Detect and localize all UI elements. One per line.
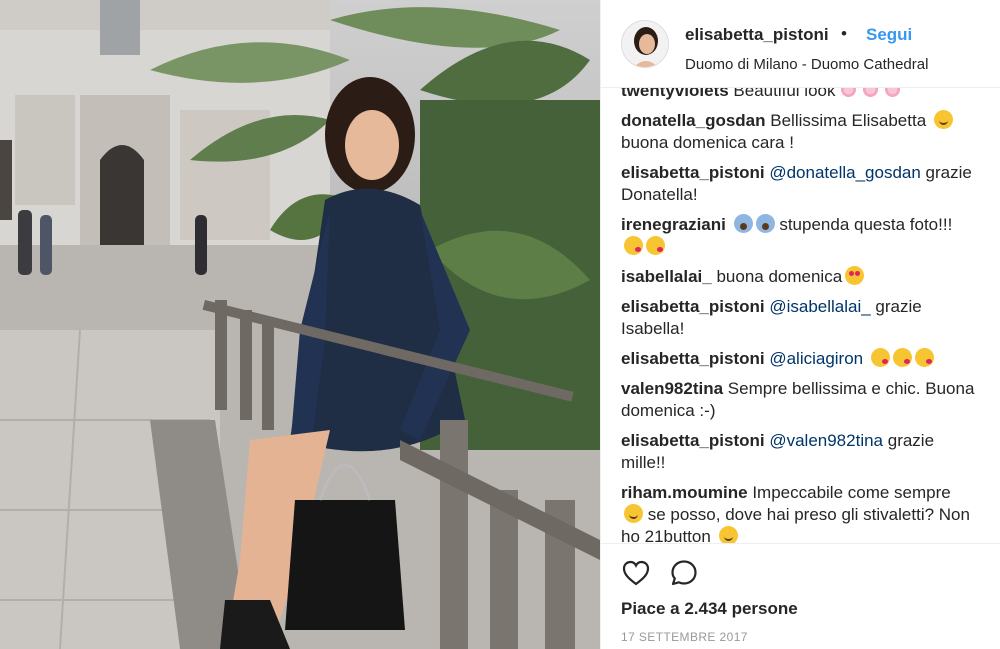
comment-author[interactable]: twentyviolets <box>621 88 729 100</box>
post-photo[interactable] <box>0 0 600 649</box>
avatar-image <box>622 21 668 67</box>
follow-button[interactable]: Segui <box>866 25 912 45</box>
comment-text: Beautiful look <box>728 88 836 100</box>
post-date: 17 SETTEMBRE 2017 <box>621 630 748 644</box>
comment-text <box>726 215 731 234</box>
comment-author[interactable]: riham.moumine <box>621 483 748 502</box>
comment-item: irenegraziani stupenda questa foto!!! <box>621 214 976 258</box>
comment-item: elisabetta_pistoni @isabellalai_ grazie … <box>621 296 976 340</box>
comment-author[interactable]: irenegraziani <box>621 215 726 234</box>
comment-item: valen982tina Sempre bellissima e chic. B… <box>621 378 976 422</box>
kiss-emoji-icon <box>646 236 665 255</box>
flower-emoji-icon <box>838 88 858 99</box>
post-sidebar: elisabetta_pistoni • Segui Duomo di Mila… <box>600 0 1000 649</box>
likes-count[interactable]: Piace a 2.434 persone <box>621 599 798 619</box>
comment-text: buona domenica cara ! <box>621 133 794 152</box>
location-link[interactable]: Duomo di Milano - Duomo Cathedral <box>685 56 928 73</box>
comment-item: elisabetta_pistoni @aliciagiron <box>621 348 976 370</box>
comment-author[interactable]: valen982tina <box>621 379 723 398</box>
comment-author[interactable]: donatella_gosdan <box>621 111 766 130</box>
flower-emoji-icon <box>860 88 880 99</box>
comment-text <box>863 349 868 368</box>
comment-author[interactable]: elisabetta_pistoni <box>621 349 765 368</box>
comment-item: elisabetta_pistoni @valen982tina grazie … <box>621 430 976 474</box>
comment-mention[interactable]: @isabellalai_ <box>765 297 870 316</box>
comments-list[interactable]: twentyviolets Beautiful look donatella_go… <box>621 88 981 543</box>
smile-emoji-icon <box>933 110 953 129</box>
scream-emoji-icon <box>733 214 753 233</box>
post-header: elisabetta_pistoni • Segui Duomo di Mila… <box>601 0 1000 88</box>
comment-item: riham.moumine Impeccabile come sempre se… <box>621 482 976 543</box>
comment-text: buona domenica <box>711 267 843 286</box>
separator-dot: • <box>841 24 847 43</box>
heart-eyes-emoji-icon <box>845 266 865 285</box>
comment-mention[interactable]: @valen982tina <box>765 431 883 450</box>
kiss-emoji-icon <box>870 348 890 367</box>
comment-item: twentyviolets Beautiful look <box>621 88 976 102</box>
flower-emoji-icon <box>882 88 902 99</box>
kiss-emoji-icon <box>892 348 912 367</box>
avatar[interactable] <box>621 20 669 68</box>
smile-emoji-icon <box>624 504 643 523</box>
post-actions: Piace a 2.434 persone 17 SETTEMBRE 2017 <box>601 543 1000 649</box>
scream-emoji-icon <box>755 214 775 233</box>
comment-item: elisabetta_pistoni @donatella_gosdan gra… <box>621 162 976 206</box>
comment-item: isabellalai_ buona domenica <box>621 266 976 288</box>
comment-item: donatella_gosdan Bellissima Elisabetta b… <box>621 110 976 154</box>
relieved-emoji-icon <box>718 526 738 543</box>
comment-author[interactable]: isabellalai_ <box>621 267 712 286</box>
photo-illustration <box>0 0 600 649</box>
kiss-emoji-icon <box>914 348 934 367</box>
comment-bubble-icon[interactable] <box>669 558 699 588</box>
comment-text: Impeccabile come sempre <box>747 483 951 502</box>
comments-scroll: twentyviolets Beautiful look donatella_go… <box>621 88 976 543</box>
comment-text: stupenda questa foto!!! <box>774 215 953 234</box>
comment-author[interactable]: elisabetta_pistoni <box>621 163 765 182</box>
comment-mention[interactable]: @aliciagiron <box>765 349 863 368</box>
comment-text: Bellissima Elisabetta <box>765 111 931 130</box>
kiss-emoji-icon <box>624 236 643 255</box>
heart-icon[interactable] <box>621 558 651 588</box>
comment-mention[interactable]: @donatella_gosdan <box>765 163 921 182</box>
comment-text: se posso, dove hai preso gli stivaletti?… <box>621 505 970 543</box>
comment-author[interactable]: elisabetta_pistoni <box>621 297 765 316</box>
comment-author[interactable]: elisabetta_pistoni <box>621 431 765 450</box>
post-username[interactable]: elisabetta_pistoni <box>685 25 829 45</box>
